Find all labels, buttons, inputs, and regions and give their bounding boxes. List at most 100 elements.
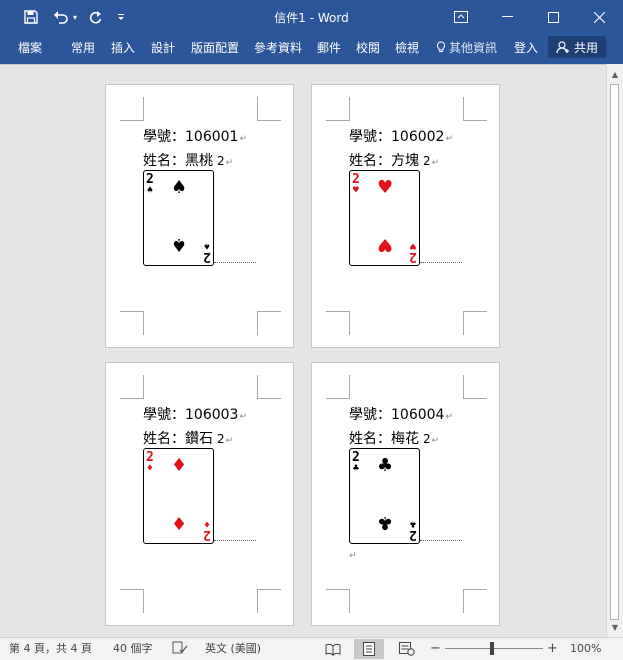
zoom-level[interactable]: 100% [570, 638, 601, 660]
card-rank: 2 [203, 249, 211, 264]
undo-icon[interactable] [50, 0, 72, 34]
chevron-down-icon[interactable]: ▾ [70, 0, 80, 34]
tab-view[interactable]: 檢視 [395, 34, 419, 64]
card-corner: 2 ♦ [203, 518, 211, 542]
document-page[interactable]: 學號：106002↵ 姓名：方塊 2↵ 2 ♥ ♥ ♥ 2 ♥ [311, 84, 500, 348]
proofing-icon[interactable] [172, 638, 188, 660]
paragraph-mark: ↵ [445, 134, 453, 144]
heart-icon: ♥ [377, 177, 394, 198]
crop-mark [257, 589, 281, 613]
title-bar: ▾ 信件1 - Word [0, 0, 623, 34]
card-corner: 2 ♥ [352, 173, 360, 196]
customize-icon[interactable] [114, 0, 128, 34]
close-icon[interactable] [576, 0, 622, 34]
student-name: 梅花 [391, 431, 419, 447]
language-indicator[interactable]: 英文 (美國) [205, 638, 261, 660]
document-page[interactable]: 學號：106001↵ 姓名：黑桃 2↵ 2 ♠ ♠ ♠ 2 ♠ [105, 84, 294, 348]
scroll-down-icon[interactable]: ▼ [607, 619, 623, 635]
crop-mark [326, 375, 350, 399]
student-id-line[interactable]: 學號：106002↵ [349, 126, 453, 146]
zoom-in-button[interactable]: + [547, 638, 558, 660]
card-number: 2 [217, 154, 225, 168]
crop-mark [257, 97, 281, 121]
tab-layout[interactable]: 版面配置 [191, 34, 239, 64]
dotted-underline [214, 262, 256, 263]
playing-card[interactable]: 2 ♥ ♥ ♥ 2 ♥ [349, 170, 420, 266]
tab-mailings[interactable]: 郵件 [317, 34, 341, 64]
playing-card[interactable]: 2 ♣ ♣ ♣ 2 ♣ [349, 448, 420, 544]
dotted-underline [420, 262, 462, 263]
diamond-icon: ♦ [171, 455, 188, 476]
card-corner: 2 ♣ [409, 518, 417, 542]
crop-mark [120, 375, 144, 399]
word-count[interactable]: 40 個字 [113, 638, 153, 660]
page-count[interactable]: 第 4 頁，共 4 頁 [9, 638, 92, 660]
tab-insert[interactable]: 插入 [111, 34, 135, 64]
crop-mark [463, 97, 487, 121]
redo-icon[interactable] [84, 0, 106, 34]
paragraph-mark: ↵ [225, 436, 234, 446]
playing-card[interactable]: 2 ♦ ♦ ♦ 2 ♦ [143, 448, 214, 544]
dotted-underline [420, 540, 462, 541]
student-name-line[interactable]: 姓名：黑桃 2↵ [143, 150, 233, 170]
student-id-line[interactable]: 學號：106004↵ [349, 404, 453, 424]
name-label: 姓名： [143, 431, 185, 447]
share-button[interactable]: 共用 [548, 36, 606, 58]
card-corner: 2 ♠ [146, 173, 154, 196]
crop-mark [463, 311, 487, 335]
club-icon: ♣ [377, 512, 394, 533]
lightbulb-icon [436, 41, 446, 52]
document-page[interactable]: 學號：106004↵ 姓名：梅花 2↵ 2 ♣ ♣ ♣ 2 ♣ ↵ [311, 362, 500, 626]
maximize-icon[interactable] [530, 0, 576, 34]
crop-mark [463, 375, 487, 399]
minimize-icon[interactable] [484, 0, 530, 34]
print-layout-icon[interactable] [354, 639, 384, 659]
scrollbar-thumb[interactable] [610, 84, 619, 620]
crop-mark [326, 311, 350, 335]
diamond-icon: ♦ [171, 512, 188, 533]
tab-review[interactable]: 校閱 [356, 34, 380, 64]
student-id-line[interactable]: 學號：106003↵ [143, 404, 247, 424]
playing-card[interactable]: 2 ♠ ♠ ♠ 2 ♠ [143, 170, 214, 266]
student-id: 學號：106004 [349, 407, 445, 423]
club-icon: ♣ [352, 463, 359, 474]
crop-mark [257, 375, 281, 399]
read-mode-icon[interactable] [318, 639, 348, 659]
ribbon-display-icon[interactable] [438, 0, 484, 34]
crop-mark [120, 97, 144, 121]
share-label: 共用 [573, 40, 598, 55]
tab-references[interactable]: 參考資料 [254, 34, 302, 64]
ribbon-tabs: 檔案 常用 插入 設計 版面配置 參考資料 郵件 校閱 檢視 其他資訊 登入 [0, 34, 623, 64]
spade-icon: ♠ [171, 234, 188, 255]
card-rank: 2 [409, 249, 417, 264]
scroll-up-icon[interactable]: ▲ [607, 66, 623, 82]
paragraph-mark[interactable]: ↵ [349, 551, 357, 561]
name-label: 姓名： [143, 153, 185, 169]
zoom-slider-thumb[interactable] [490, 642, 494, 655]
card-number: 2 [423, 432, 431, 446]
tab-home[interactable]: 常用 [71, 34, 95, 64]
student-id: 學號：106003 [143, 407, 239, 423]
student-name-line[interactable]: 姓名：方塊 2↵ [349, 150, 439, 170]
document-page[interactable]: 學號：106003↵ 姓名：鑽石 2↵ 2 ♦ ♦ ♦ 2 ♦ [105, 362, 294, 626]
crop-mark [257, 311, 281, 335]
card-rank: 2 [203, 527, 211, 542]
sign-in-link[interactable]: 登入 [514, 34, 538, 64]
student-id-line[interactable]: 學號：106001↵ [143, 126, 247, 146]
dotted-underline [214, 540, 256, 541]
diamond-icon: ♦ [146, 463, 153, 474]
zoom-out-button[interactable]: − [430, 638, 441, 660]
document-area[interactable] [0, 64, 606, 637]
name-label: 姓名： [349, 153, 391, 169]
student-name-line[interactable]: 姓名：鑽石 2↵ [143, 428, 233, 448]
tab-design[interactable]: 設計 [151, 34, 175, 64]
crop-mark [326, 97, 350, 121]
tab-file[interactable]: 檔案 [18, 34, 42, 64]
vertical-scrollbar[interactable]: ▲ ▼ [606, 64, 623, 637]
card-number: 2 [423, 154, 431, 168]
web-layout-icon[interactable] [392, 639, 422, 659]
tell-me[interactable]: 其他資訊 [436, 34, 497, 64]
save-icon[interactable] [20, 0, 42, 34]
student-name-line[interactable]: 姓名：梅花 2↵ [349, 428, 439, 448]
zoom-slider[interactable] [445, 648, 543, 649]
